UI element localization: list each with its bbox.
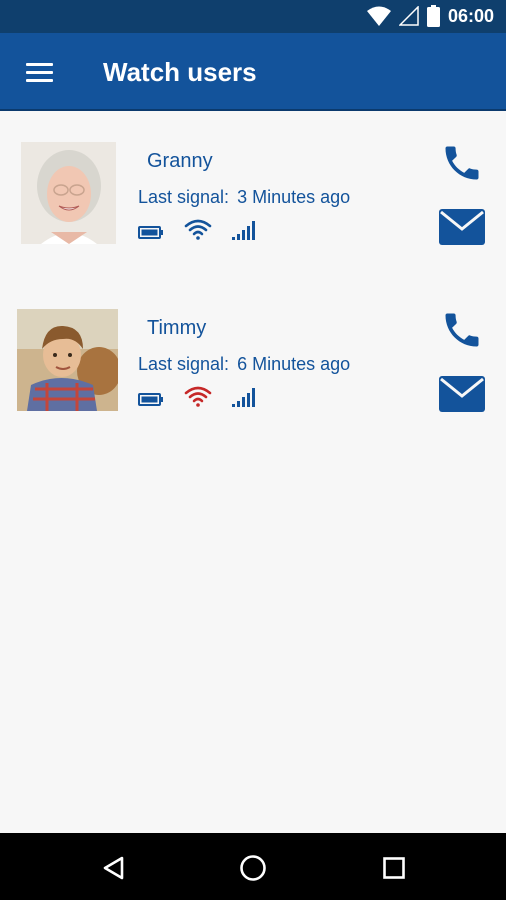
last-signal-label: Last signal: bbox=[138, 187, 230, 207]
app-bar: Watch users bbox=[0, 33, 506, 111]
battery-icon bbox=[138, 393, 163, 406]
signal-bars-icon bbox=[232, 221, 255, 240]
device-status-icons bbox=[138, 218, 258, 240]
status-icons: 06:00 bbox=[366, 5, 494, 27]
status-time: 06:00 bbox=[447, 6, 494, 26]
phone-icon bbox=[445, 146, 479, 180]
phone-icon bbox=[445, 313, 479, 347]
status-bar: 06:00 bbox=[0, 0, 506, 33]
message-button[interactable] bbox=[438, 374, 486, 414]
navigation-bar bbox=[0, 833, 506, 900]
last-signal: Last signal: 6 Minutes ago bbox=[138, 353, 350, 375]
recents-button[interactable] bbox=[374, 848, 414, 888]
user-name: Granny bbox=[147, 150, 213, 172]
last-signal: Last signal: 3 Minutes ago bbox=[138, 186, 350, 208]
last-signal-value: 6 Minutes ago bbox=[237, 354, 351, 374]
battery-icon bbox=[138, 226, 163, 239]
recents-icon bbox=[383, 857, 405, 879]
home-button[interactable] bbox=[233, 848, 273, 888]
user-list-item[interactable]: Timmy Last signal: 6 Minutes ago bbox=[0, 297, 506, 417]
mail-icon bbox=[439, 376, 485, 412]
last-signal-value: 3 Minutes ago bbox=[237, 187, 351, 207]
call-button[interactable] bbox=[440, 308, 484, 352]
battery-icon bbox=[426, 5, 440, 27]
home-icon bbox=[240, 855, 266, 881]
user-list-item[interactable]: Granny Last signal: 3 Minutes ago bbox=[0, 130, 506, 250]
last-signal-label: Last signal: bbox=[138, 354, 230, 374]
mail-icon bbox=[439, 209, 485, 245]
wifi-icon bbox=[366, 6, 391, 26]
hamburger-menu-icon[interactable] bbox=[20, 56, 60, 88]
message-button[interactable] bbox=[438, 207, 486, 247]
device-status-icons bbox=[138, 385, 258, 407]
avatar[interactable] bbox=[17, 309, 118, 411]
avatar[interactable] bbox=[21, 142, 116, 244]
call-button[interactable] bbox=[440, 141, 484, 185]
wifi-icon bbox=[184, 219, 212, 240]
signal-bars-icon bbox=[232, 388, 255, 407]
page-title: Watch users bbox=[103, 57, 257, 87]
user-name: Timmy bbox=[147, 317, 207, 339]
cell-signal-icon bbox=[398, 6, 419, 26]
wifi-icon bbox=[184, 386, 212, 407]
back-icon bbox=[103, 856, 124, 880]
back-button[interactable] bbox=[94, 848, 134, 888]
